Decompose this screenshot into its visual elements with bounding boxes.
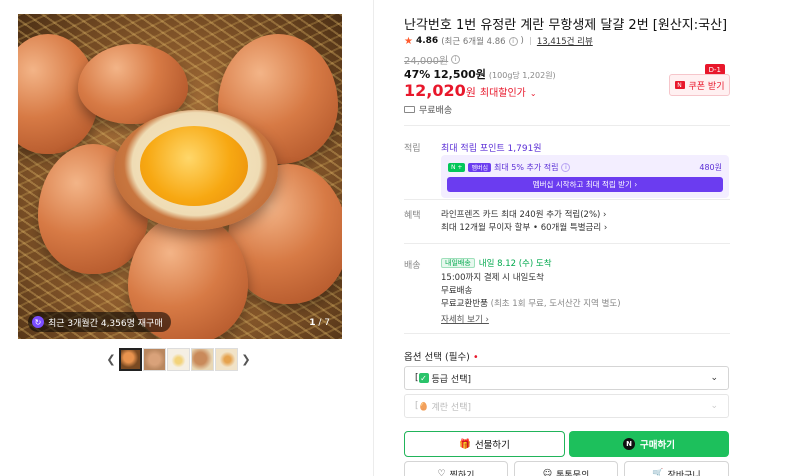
product-title: 난각번호 1번 유정란 계란 무항생제 달걀 2번 [원산지:국산] (404, 18, 728, 33)
review-count-link[interactable]: 13,415건 리뷰 (537, 35, 593, 47)
egg-icon: 🥚 (418, 401, 429, 411)
buy-button[interactable]: N 구매하기 (569, 431, 729, 457)
truck-icon (404, 106, 415, 113)
thumbnail-strip: ❮ ❯ (104, 348, 253, 371)
wish-label: 찜하기 (449, 470, 475, 476)
tomorrow-delivery: 내일배송 내일 8.12 (수) 도착 (441, 257, 552, 269)
grade-select-value: 등급 선택] (431, 374, 472, 385)
checkbox-icon: ✓ (418, 373, 429, 383)
egg-select-value: 계란 선택] (431, 402, 472, 413)
product-main-image[interactable]: ↻ 최근 3개월간 4,356명 재구매 1 / 7 (18, 14, 342, 339)
coupon-icon: N (674, 81, 685, 89)
grade-select[interactable]: [ ✓ 등급 선택] ⌄ (404, 366, 729, 390)
rating-recent: (최근 6개월 4.86 (441, 37, 506, 47)
chevron-down-icon: ⌄ (710, 401, 718, 411)
coupon-button[interactable]: N 쿠폰 받기 (669, 74, 730, 96)
card-benefit-link[interactable]: 라인프렌즈 카드 최대 240원 추가 적립(2%) › (441, 208, 606, 220)
details-link[interactable]: 자세히 보기 › (441, 313, 489, 325)
talk-label: 톡톡문의 (556, 470, 590, 476)
sale-price-row: 47% 12,500원 (100g당 1,202원) (404, 66, 556, 82)
info-icon[interactable]: i (508, 36, 518, 46)
talk-button[interactable]: ☺ 톡톡문의 (514, 461, 618, 476)
select-prefix: [ (415, 373, 419, 383)
egg-yolk (140, 126, 248, 206)
rating-score: 4.86 (415, 36, 439, 46)
cart-icon: 🛒 (652, 469, 664, 476)
extra-points-amount: 480원 (699, 163, 722, 172)
naver-pay-icon: N (623, 438, 636, 450)
sale-price: 12,500원 (433, 68, 486, 81)
thumbnail-1[interactable] (119, 348, 142, 371)
gift-icon: 🎁 (459, 438, 471, 450)
option-title: 옵션 선택 (필수) • (404, 349, 479, 363)
delivery-fee: 무료배송 (441, 286, 473, 296)
unit-price: (100g당 1,202원) (488, 71, 556, 80)
exchange-policy: 무료교환반품 (최초 1회 무료, 도서산간 지역 별도) (441, 297, 621, 309)
thumbnail-5[interactable] (215, 348, 238, 371)
section-divider (404, 199, 730, 200)
delivery-cutoff: 15:00까지 결제 시 내일도착 (441, 273, 544, 283)
section-divider (404, 125, 730, 126)
benefits-label: 혜택 (404, 211, 421, 221)
section-divider (404, 333, 730, 334)
max-points: 최대 적립 포인트 1,791원 (441, 144, 542, 154)
max-discount-price-row[interactable]: 12,020원 최대할인가 ⌄ (404, 81, 537, 100)
chevron-down-icon: ⌄ (529, 89, 537, 98)
shipping-text: 무료배송 (419, 106, 453, 116)
naver-plus-badge: N + (448, 163, 466, 172)
max-discount-price: 12,020원 (404, 81, 476, 100)
option-title-text: 옵션 선택 (필수) (404, 352, 470, 363)
chat-icon: ☺ (542, 469, 553, 476)
separator (529, 37, 531, 45)
exchange-text: 무료교환반품 (441, 299, 488, 309)
rating-row: ★ 4.86 (최근 6개월 4.86 i ) 13,415건 리뷰 (404, 35, 593, 48)
chevron-left-icon[interactable]: ❮ (104, 349, 118, 371)
original-price-row: 24,000원 i (404, 52, 461, 67)
chevron-right-icon[interactable]: ❯ (239, 349, 253, 371)
membership-badge: 멤버십 (468, 163, 491, 172)
delivery-label: 배송 (404, 261, 421, 271)
thumbnail-4[interactable] (191, 348, 214, 371)
thumbnail-2[interactable] (143, 348, 166, 371)
shipping-row: 무료배송 (404, 103, 452, 116)
egg-select[interactable]: [ 🥚 계란 선택] ⌄ (404, 394, 729, 418)
wish-button[interactable]: ♡ 찜하기 (404, 461, 508, 476)
exchange-note: (최초 1회 무료, 도서산간 지역 별도) (490, 299, 621, 309)
column-divider (373, 0, 374, 476)
section-divider (404, 243, 730, 244)
extra-points-line: N + 멤버십 최대 5% 추가 적립 i (448, 162, 571, 173)
pager-total: / 7 (318, 318, 330, 328)
cart-button[interactable]: 🛒 장바구니 (624, 461, 729, 476)
buy-label: 구매하기 (640, 440, 675, 451)
membership-points-box: N + 멤버십 최대 5% 추가 적립 i 480원 멤버십 시작하고 최대 적… (441, 155, 729, 198)
pager-current: 1 (309, 318, 316, 328)
gift-label: 선물하기 (474, 440, 510, 451)
heart-icon: ♡ (437, 469, 446, 476)
max-discount-label: 최대할인가 (479, 88, 526, 99)
info-icon[interactable]: i (561, 163, 571, 172)
image-pager: 1 / 7 (309, 318, 330, 328)
tomorrow-delivery-badge: 내일배송 (441, 258, 475, 268)
cart-label: 장바구니 (667, 470, 701, 476)
membership-start-button[interactable]: 멤버십 시작하고 최대 적립 받기 › (447, 177, 723, 192)
repurchase-text: 최근 3개월간 4,356명 재구매 (48, 318, 163, 329)
rating-recent-close: ) (520, 36, 524, 46)
delivery-eta: 내일 8.12 (수) 도착 (478, 259, 552, 269)
points-label: 적립 (404, 144, 421, 154)
thumbnail-3[interactable] (167, 348, 190, 371)
star-icon: ★ (404, 35, 413, 47)
repurchase-badge: ↻ 최근 3개월간 4,356명 재구매 (28, 312, 171, 332)
discount-percent: 47% (404, 68, 431, 81)
repurchase-icon: ↻ (32, 316, 44, 328)
required-mark: • (472, 352, 479, 363)
installment-link[interactable]: 최대 12개월 무이자 할부 • 60개월 특별금리 › (441, 221, 607, 233)
product-page: ↻ 최근 3개월간 4,356명 재구매 1 / 7 ❮ ❯ 난각번호 1번 유… (0, 0, 800, 476)
original-price: 24,000원 (404, 56, 449, 67)
coupon-label: 쿠폰 받기 (688, 81, 725, 92)
gift-button[interactable]: 🎁 선물하기 (404, 431, 565, 457)
extra-points-text: 최대 5% 추가 적립 (494, 163, 559, 172)
chevron-down-icon: ⌄ (710, 373, 718, 383)
info-icon[interactable]: i (451, 55, 461, 64)
